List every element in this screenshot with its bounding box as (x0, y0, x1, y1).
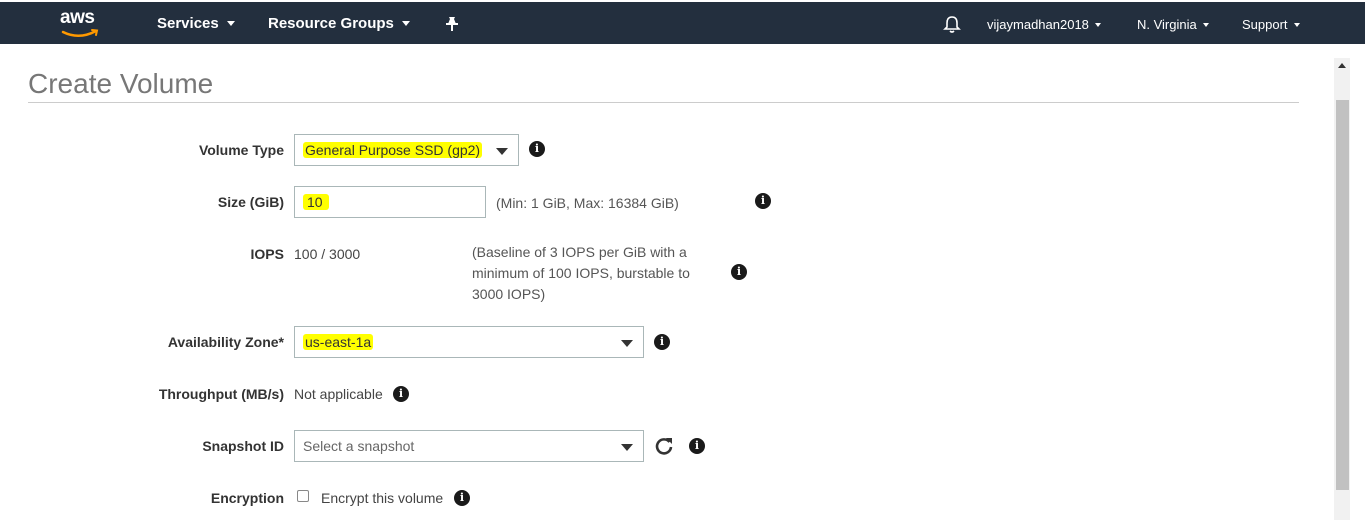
encrypt-checkbox-label[interactable]: Encrypt this volume (321, 490, 443, 506)
size-value: 10 (303, 194, 329, 210)
size-hint: (Min: 1 GiB, Max: 16384 GiB) (496, 195, 679, 211)
iops-label: IOPS (250, 246, 284, 262)
chevron-down-icon (226, 20, 235, 26)
iops-value: 100 / 3000 (294, 246, 361, 262)
info-icon[interactable]: i (689, 438, 705, 454)
iops-hint-line-1: (Baseline of 3 IOPS per GiB with a (472, 244, 687, 260)
snapshot-id-label: Snapshot ID (202, 438, 284, 454)
info-icon[interactable]: i (454, 490, 470, 506)
aws-smile-icon (61, 29, 99, 37)
availability-zone-select[interactable]: us-east-1a (294, 326, 644, 358)
resource-groups-menu[interactable]: Resource Groups (268, 15, 410, 32)
dropdown-arrow-icon (496, 148, 508, 155)
info-icon[interactable]: i (654, 334, 670, 350)
iops-hint-line-2: minimum of 100 IOPS, burstable to (472, 265, 690, 281)
scroll-up-arrow-icon[interactable] (1338, 63, 1346, 68)
info-icon[interactable]: i (731, 264, 747, 280)
snapshot-select[interactable]: Select a snapshot (294, 430, 644, 462)
user-menu[interactable]: vijaymadhan2018 (987, 17, 1101, 32)
info-icon[interactable]: i (393, 386, 409, 402)
availability-zone-label: Availability Zone* (167, 334, 284, 350)
dropdown-arrow-icon (621, 444, 633, 451)
volume-type-select[interactable]: General Purpose SSD (gp2) (294, 134, 519, 166)
size-input[interactable]: 10 (294, 186, 486, 218)
support-label: Support (1242, 17, 1288, 32)
volume-type-value: General Purpose SSD (gp2) (303, 142, 483, 158)
support-menu[interactable]: Support (1242, 17, 1300, 32)
info-icon[interactable]: i (755, 193, 771, 209)
user-name: vijaymadhan2018 (987, 17, 1089, 32)
chevron-down-icon (401, 20, 410, 26)
size-label: Size (GiB) (217, 194, 284, 210)
throughput-value: Not applicable (294, 386, 383, 402)
snapshot-placeholder: Select a snapshot (303, 438, 415, 454)
page-title: Create Volume (28, 68, 214, 99)
top-navigation-bar: aws Services Resource Groups vijaymadhan… (0, 0, 1365, 44)
chevron-down-icon (1202, 22, 1209, 27)
throughput-label: Throughput (MB/s) (158, 386, 284, 402)
iops-hint-line-3: 3000 IOPS) (472, 286, 546, 302)
encryption-label: Encryption (210, 490, 284, 506)
scrollbar-thumb[interactable] (1336, 100, 1349, 490)
services-label: Services (157, 15, 219, 32)
region-menu[interactable]: N. Virginia (1137, 17, 1209, 32)
bell-icon[interactable] (943, 15, 961, 34)
pin-icon[interactable] (445, 16, 459, 32)
services-menu[interactable]: Services (157, 15, 235, 32)
resource-groups-label: Resource Groups (268, 15, 394, 32)
aws-logo[interactable]: aws (58, 7, 104, 40)
availability-zone-value: us-east-1a (303, 334, 374, 350)
chevron-down-icon (1293, 22, 1300, 27)
info-icon[interactable]: i (529, 141, 545, 157)
encrypt-checkbox[interactable] (297, 490, 309, 502)
refresh-icon[interactable] (654, 436, 674, 456)
dropdown-arrow-icon (621, 340, 633, 347)
chevron-down-icon (1094, 22, 1101, 27)
region-name: N. Virginia (1137, 17, 1197, 32)
volume-type-label: Volume Type (198, 142, 284, 158)
title-divider (28, 102, 1299, 103)
